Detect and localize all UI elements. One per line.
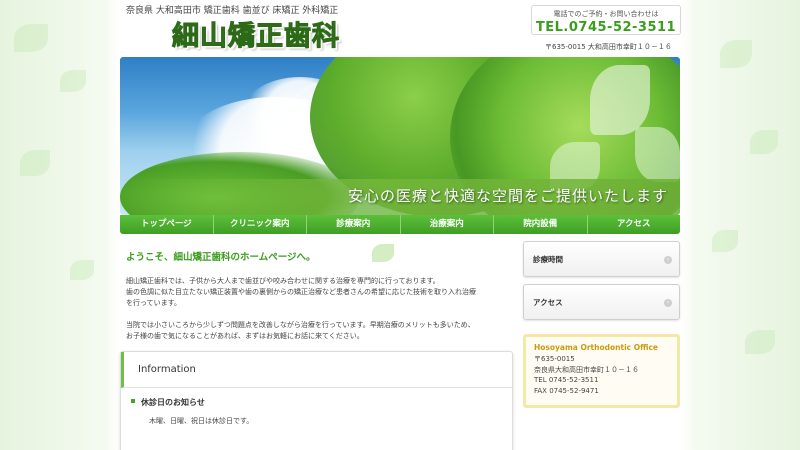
hero-glass-leaf [635,127,680,182]
side-leaf-decoration [14,24,48,52]
nav-item-access[interactable]: アクセス [588,215,681,234]
intro-line: お子様の歯で気になることがあれば、まずはお気軽にお話に来てください。 [126,332,364,340]
office-fax: FAX 0745-52-9471 [534,386,599,395]
chevron-right-icon: › [664,299,672,307]
side-leaf-decoration [712,230,738,252]
sidebar-hours-button[interactable]: 診療時間 › [523,241,680,277]
chevron-right-icon: › [664,256,672,264]
sidebar-hours-label: 診療時間 [533,255,563,264]
nav-item-facilities[interactable]: 院内設備 [494,215,588,234]
welcome-title: ようこそ、細山矯正歯科のホームページへ。 [126,252,316,263]
office-tel[interactable]: TEL 0745-52-3511 [534,375,677,386]
phone-caption: 電話でのご予約・お問い合わせは [553,10,659,18]
office-address: 奈良県大和高田市幸町１０－１６ [534,365,639,374]
nav-item-treatment[interactable]: 治療案内 [401,215,494,234]
side-leaf-decoration [745,330,775,354]
side-leaf-decoration [20,150,50,176]
intro-paragraph-2: 当院では小さいころから少しずつ問題点を改善しながら治療を行っています。早期治療の… [126,320,506,342]
side-leaf-decoration [750,130,778,154]
nav-item-top[interactable]: トップページ [120,215,214,234]
sidebar-access-label: アクセス [533,298,563,307]
site-logo[interactable]: 細山矯正歯科 [172,14,340,53]
news-item-body: 木曜、日曜、祝日は休診日です。 [149,417,254,425]
side-leaf-decoration [70,260,94,280]
office-info-card: Hosoyama Orthodontic Office 〒635-0015 奈良… [523,334,680,408]
intro-paragraph-1: 細山矯正歯科では、子供から大人まで歯並びや咬み合わせに関する治療を専門的に行って… [126,276,506,309]
hero-banner: 安心の医療と快適な空間をご提供いたします [120,57,680,215]
office-postal: 〒635-0015 [534,355,575,363]
intro-line: を行っています。 [126,299,181,307]
side-leaf-decoration [60,70,86,92]
header-address: 〒635-0015 大和高田市幸町１０－１６ [545,43,672,51]
nav-item-clinic[interactable]: クリニック案内 [214,215,307,234]
bullet-icon [131,399,135,403]
news-title-text: 休診日のお知らせ [141,398,205,407]
nav-item-consultation[interactable]: 診療案内 [307,215,401,234]
page: 奈良県 大和高田市 矯正歯科 歯並び 床矯正 外科矯正 細山矯正歯科 電話でのご… [0,0,800,450]
intro-line: 当院では小さいころから少しずつ問題点を改善しながら治療を行っています。早期治療の… [126,321,475,329]
phone-number[interactable]: TEL.0745-52-3511 [532,20,680,35]
side-leaf-decoration [720,40,752,68]
intro-line: 歯の色調に似た目立たない矯正装置や歯の裏側からの矯正治療など患者さんの希望に応じ… [126,288,476,296]
intro-text: 細山矯正歯科では、子供から大人まで歯並びや咬み合わせに関する治療を専門的に行って… [126,276,506,353]
hero-glass-leaf [590,65,650,135]
hero-slogan: 安心の医療と快適な空間をご提供いたします [347,187,668,205]
leaf-decoration-icon [372,244,394,262]
office-name: Hosoyama Orthodontic Office [534,343,658,352]
information-heading: Information [121,352,512,388]
information-panel: Information 休診日のお知らせ 木曜、日曜、祝日は休診日です。 [120,351,513,450]
main-nav: トップページ クリニック案内 診療案内 治療案内 院内設備 アクセス [120,215,680,234]
sidebar-access-button[interactable]: アクセス › [523,284,680,320]
phone-contact-box: 電話でのご予約・お問い合わせは TEL.0745-52-3511 [531,5,681,35]
news-item-title[interactable]: 休診日のお知らせ [131,397,205,408]
intro-line: 細山矯正歯科では、子供から大人まで歯並びや咬み合わせに関する治療を専門的に行って… [126,277,440,285]
